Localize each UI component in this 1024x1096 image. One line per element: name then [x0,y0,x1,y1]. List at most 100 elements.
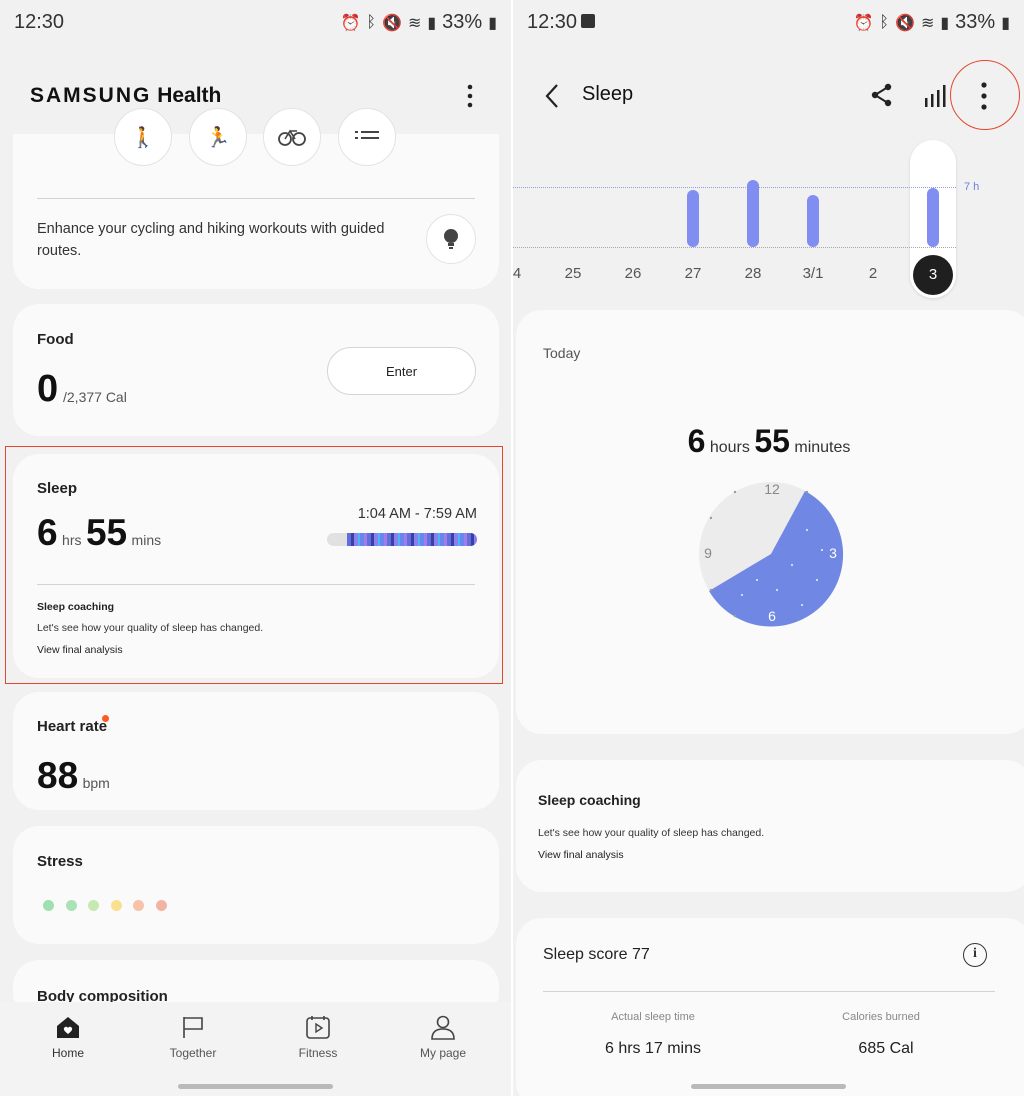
nav-together[interactable]: Together [148,1014,238,1060]
share-icon[interactable] [870,83,894,107]
stress-dot [88,900,99,911]
chart-bar[interactable] [747,180,759,247]
walking-icon[interactable]: 🚶 [114,108,172,166]
coaching-link[interactable]: View final analysis [538,849,624,861]
nav-together-label: Together [169,1046,217,1060]
notification-dot [102,715,109,722]
alarm-icon: ⏰ [340,14,361,32]
battery-percent: 33% [442,11,483,33]
sleep-score-card[interactable]: Sleep score 77 i Actual sleep time 6 hrs… [516,918,1024,1096]
running-icon[interactable]: 🏃 [189,108,247,166]
calories-value: 685 Cal [858,1040,914,1057]
chart-day-label-selected[interactable]: 3 [913,255,953,295]
heart-rate-value: 88 [37,755,79,796]
nav-my-page[interactable]: My page [398,1014,488,1060]
stress-dot [43,900,54,911]
trends-icon[interactable] [924,84,948,108]
food-title: Food [37,331,74,348]
heart-rate-reading: 88 bpm [37,755,110,797]
sleep-score-title: Sleep score 77 [543,946,650,963]
sleep-chart[interactable]: 7 h 4 25 26 27 28 3/1 2 3 [513,130,1024,305]
clock-number-6: 6 [768,608,776,624]
chart-day-label[interactable]: 28 [733,265,773,282]
status-time: 12:30 [527,11,578,33]
battery-icon: ▮ [488,14,497,32]
status-time: 12:30 [14,11,65,33]
brand-wordmark: SAMSUNG [30,84,152,107]
back-icon[interactable] [541,82,565,110]
highlight-circle [950,60,1020,130]
today-minutes-unit: minutes [794,439,851,456]
gallery-icon [581,14,595,28]
stress-dot [155,900,167,911]
nav-home[interactable]: Home [23,1014,113,1060]
health-home-screen: 12:30 ⏰ ᛒ 🔇 ≋ ▮ 33% ▮ SAMSUNG Health 🚶 🏃… [0,0,511,1096]
actual-sleep-value: 6 hrs 17 mins [604,1040,702,1057]
mute-icon: 🔇 [895,14,915,32]
highlight-box [5,446,503,684]
guided-routes-text: Enhance your cycling and hiking workouts… [37,221,385,259]
signal-icon: ▮ [427,14,437,32]
chart-day-label[interactable]: 3/1 [793,265,833,282]
sleep-coaching-card[interactable]: Sleep coaching Let's see how your qualit… [516,760,1024,892]
alarm-icon: ⏰ [853,14,874,32]
signal-icon: ▮ [940,14,950,32]
status-icons: ⏰ ᛒ 🔇 ≋ ▮ 33% ▮ [853,11,1010,34]
today-card: Today 6 hours 55 minutes 12 3 6 9 [516,310,1024,734]
chart-bar[interactable] [807,194,819,247]
sleep-detail-screen: 12:30 ⏰ ᛒ 🔇 ≋ ▮ 33% ▮ Sleep 7 h 4 25 26 27 2… [513,0,1024,1096]
stress-card[interactable]: Stress [13,826,499,944]
mute-icon: 🔇 [382,14,402,32]
chart-day-label[interactable]: 26 [613,265,653,282]
chart-day-label[interactable]: 4 [513,265,537,282]
more-options-icon[interactable] [460,82,480,110]
nav-home-label: Home [51,1046,84,1060]
clock-number-12: 12 [764,481,780,497]
chart-bar[interactable] [687,189,699,247]
bottom-nav: Home Together Fitness My page [0,1002,511,1096]
calendar-play-icon [306,1016,330,1039]
divider [543,991,995,992]
chart-bar[interactable] [927,187,939,247]
nav-fitness[interactable]: Fitness [273,1014,363,1060]
calories-label: Calories burned [842,1011,920,1023]
today-label: Today [543,345,581,361]
app-name: Health [157,84,222,107]
battery-icon: ▮ [1001,14,1010,32]
workouts-card: 🚶 🏃 Enhance your cycling and hiking work… [13,108,499,289]
food-card[interactable]: Food 0 /2,377 Cal Enter [13,304,499,436]
chart-day-label[interactable]: 27 [673,265,713,282]
cycling-icon[interactable] [263,108,321,166]
heart-rate-card[interactable]: Heart rate 88 bpm [13,692,499,810]
list-icon[interactable] [338,108,396,166]
food-goal: /2,377 Cal [63,389,127,405]
today-hours-unit: hours [709,439,750,456]
status-icons: ⏰ ᛒ 🔇 ≋ ▮ 33% ▮ [340,11,497,34]
nav-fitness-label: Fitness [298,1046,338,1060]
stress-dot [110,900,122,911]
home-indicator[interactable] [691,1084,846,1089]
stress-dot [65,900,77,911]
heart-rate-title: Heart rate [37,718,108,735]
chart-day-label[interactable]: 2 [853,265,893,282]
lightbulb-icon[interactable] [426,214,476,264]
chart-day-label[interactable]: 25 [553,265,593,282]
sleep-clock [699,482,844,627]
battery-percent: 33% [955,11,996,33]
heart-rate-unit: bpm [82,775,110,791]
divider [37,198,475,199]
flag-icon [183,1017,203,1038]
status-bar: 12:30 ⏰ ᛒ 🔇 ≋ ▮ 33% ▮ [513,0,1024,46]
food-value: 0 [37,368,59,410]
home-indicator[interactable] [178,1084,333,1089]
today-duration: 6 hours 55 minutes [516,423,1022,460]
food-enter-button[interactable]: Enter [327,347,476,395]
stress-title: Stress [37,853,83,870]
actual-sleep-label: Actual sleep time [611,1011,695,1023]
info-icon[interactable]: i [963,943,987,967]
app-title: SAMSUNG Health [30,84,221,108]
home-heart-icon [57,1017,79,1038]
page-title: Sleep [582,83,634,105]
stress-dot [133,900,144,911]
today-hours: 6 [687,423,706,459]
